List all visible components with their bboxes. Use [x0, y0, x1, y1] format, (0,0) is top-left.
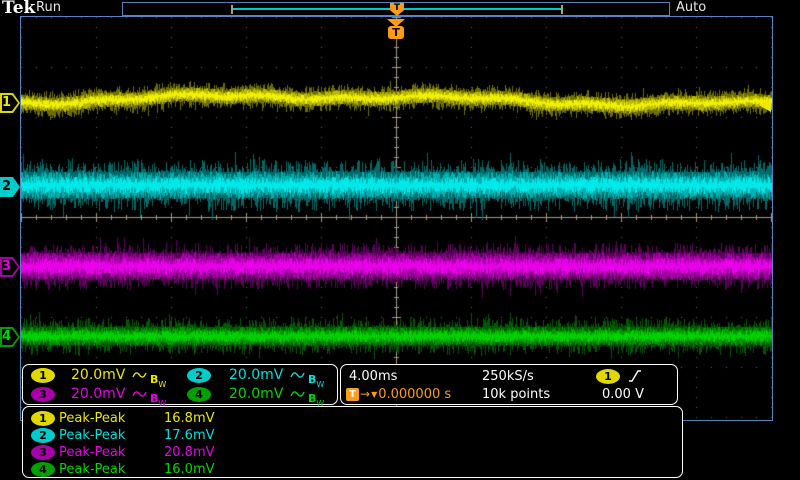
timebase-scale: 4.00ms — [349, 369, 398, 384]
acquisition-status: Run — [36, 0, 61, 15]
ac-coupling-icon — [290, 391, 305, 397]
bandwidth-limit-icon: BW — [150, 392, 167, 408]
measurement-3-badge: 3 — [31, 445, 55, 460]
measurement-1-value: 16.8mV — [164, 411, 215, 426]
channel-2-badge: 2 — [187, 368, 211, 383]
bandwidth-limit-icon: BW — [308, 373, 325, 389]
trigger-t-icon: T — [346, 388, 359, 401]
channel-4-position-marker: 4 — [0, 327, 20, 347]
trigger-position-readout: T → ▼ 0.000000 s — [346, 387, 451, 402]
window-right-bracket-icon — [561, 5, 563, 14]
measurement-2-value: 17.6mV — [164, 428, 215, 443]
measurement-2-badge: 2 — [31, 428, 55, 443]
record-length: 10k points — [482, 387, 551, 402]
acquisition-preview-bar: T — [122, 2, 670, 16]
measurement-3-value: 20.8mV — [164, 445, 215, 460]
channel-readout-box: 1 20.0mV BW 2 20.0mV BW 3 20.0mV BW 4 20… — [22, 364, 338, 408]
trigger-source-badge: 1 — [596, 369, 620, 384]
measurement-2-name: Peak-Peak — [59, 428, 126, 443]
measurement-4-badge: 4 — [31, 462, 55, 477]
horizontal-trigger-readout-box: 4.00ms 250kS/s 1 T → ▼ 0.000000 s 10k point… — [340, 364, 678, 405]
channel-2-position-marker: 2 — [0, 177, 20, 197]
channel-3-badge: 3 — [31, 387, 55, 402]
measurement-4-value: 16.0mV — [164, 462, 215, 477]
channel-2-scale: 20.0mV — [229, 367, 284, 383]
measurement-4-name: Peak-Peak — [59, 462, 126, 477]
window-left-bracket-icon — [231, 5, 233, 14]
bandwidth-limit-icon: BW — [150, 373, 167, 389]
channel-4-badge: 4 — [187, 387, 211, 402]
trigger-mode-label: Auto — [676, 0, 707, 15]
right-arrow-icon: → — [360, 387, 371, 401]
bandwidth-limit-icon: BW — [308, 392, 325, 408]
trigger-flag-icon: T — [388, 26, 404, 39]
channel-3-position-marker: 3 — [0, 257, 20, 277]
channel-1-badge: 1 — [31, 368, 55, 383]
channel-1-position-marker: 1 — [0, 93, 20, 113]
ac-coupling-icon — [132, 391, 147, 397]
trigger-position-value: 0.000000 s — [378, 387, 452, 402]
channel-1-scale: 20.0mV — [71, 367, 126, 383]
waveform-canvas — [21, 17, 772, 420]
measurement-1-badge: 1 — [31, 411, 55, 426]
measurement-3-name: Peak-Peak — [59, 445, 126, 460]
ac-coupling-icon — [132, 372, 147, 378]
measurements-box: 1 Peak-Peak 16.8mV 2 Peak-Peak 17.6mV 3 … — [22, 406, 683, 478]
measurement-1-name: Peak-Peak — [59, 411, 126, 426]
oscilloscope-screen: Tek Run T Auto T 1 2 3 4 1 20.0mV BW 2 2… — [0, 0, 800, 480]
ac-coupling-icon — [290, 372, 305, 378]
trigger-position-marker-icon: T — [390, 3, 404, 16]
trigger-slope-rising-icon — [629, 370, 641, 382]
down-triangle-icon: ▼ — [371, 390, 378, 399]
channel-3-scale: 20.0mV — [71, 386, 126, 402]
channel-4-scale: 20.0mV — [229, 386, 284, 402]
sample-rate: 250kS/s — [482, 369, 534, 384]
graticule — [20, 16, 773, 421]
trigger-level-value: 0.00 V — [602, 387, 644, 402]
